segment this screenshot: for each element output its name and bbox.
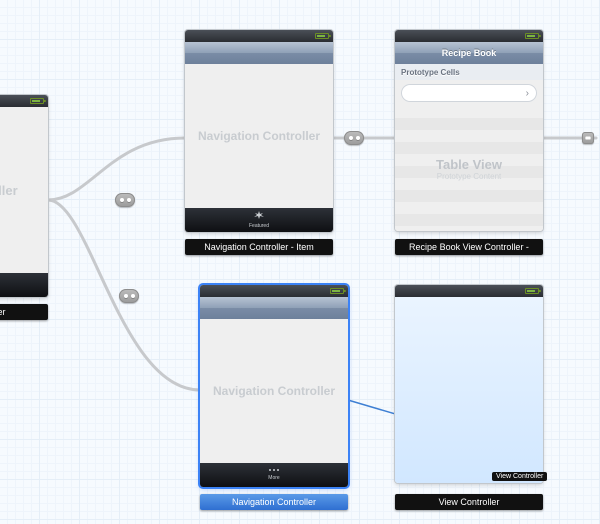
scene-caption-label: b Bar Controller [0,307,6,317]
status-bar [395,285,543,297]
scene-placeholder-label: Bar Controller [0,183,48,198]
scene-caption-label: Navigation Controller [232,497,316,507]
status-bar [0,95,48,107]
scene-caption[interactable]: View Controller [395,494,543,510]
status-bar [200,285,348,297]
segue-push-badge[interactable] [582,132,594,144]
scene-recipe-book-view-controller[interactable]: Recipe Book Prototype Cells › Table View… [395,30,543,231]
navigation-bar: Recipe Book [395,42,543,64]
scene-view-controller[interactable] [395,285,543,483]
storyboard-canvas[interactable]: Bar Controller More b Bar Controller Nav… [0,0,600,524]
scene-caption[interactable]: Navigation Controller - Item [185,239,333,255]
battery-icon [525,288,539,294]
battery-icon [315,33,329,39]
disclosure-indicator-icon: › [526,88,529,99]
status-bar [185,30,333,42]
mini-caption: View Controller [492,472,547,481]
featured-icon [254,211,264,219]
battery-icon [330,288,344,294]
battery-icon [30,98,44,104]
scene-placeholder-label: Navigation Controller [185,129,333,143]
segue-relationship-badge[interactable] [119,289,139,303]
tab-bar-item-label: Featured [249,223,269,229]
status-bar [395,30,543,42]
table-view-placeholder: Table View Prototype Content [395,106,543,231]
tab-bar-item-label: More [268,475,279,481]
segue-relationship-badge[interactable] [344,131,364,145]
navigation-bar [200,297,348,319]
scene-caption[interactable]: Recipe Book View Controller - [395,239,543,255]
segue-relationship-badge[interactable] [115,193,135,207]
scene-caption-label: View Controller [439,497,500,507]
tab-bar: More [200,463,348,487]
mini-caption-label: View Controller [496,473,543,480]
scene-caption-label: Recipe Book View Controller - [409,242,529,252]
view-body [395,297,543,483]
scene-caption[interactable]: Navigation Controller [200,494,348,510]
tab-bar: More [0,273,48,297]
scene-tab-bar-controller[interactable]: Bar Controller More [0,95,48,297]
prototype-cell[interactable]: › [401,84,537,102]
scene-caption-label: Navigation Controller - Item [204,242,314,252]
navigation-bar-title: Recipe Book [442,48,497,58]
scene-navigation-controller-more[interactable]: Navigation Controller More [200,285,348,487]
scene-caption[interactable]: b Bar Controller [0,304,48,320]
scene-navigation-controller-item[interactable]: Navigation Controller Featured [185,30,333,232]
navigation-bar [185,42,333,64]
table-view-subtitle: Prototype Content [437,172,501,181]
tab-bar: Featured [185,208,333,232]
battery-icon [525,33,539,39]
prototype-cells-header: Prototype Cells [395,64,543,80]
table-view-title: Table View [436,157,502,172]
scene-placeholder-label: Navigation Controller [200,384,348,398]
